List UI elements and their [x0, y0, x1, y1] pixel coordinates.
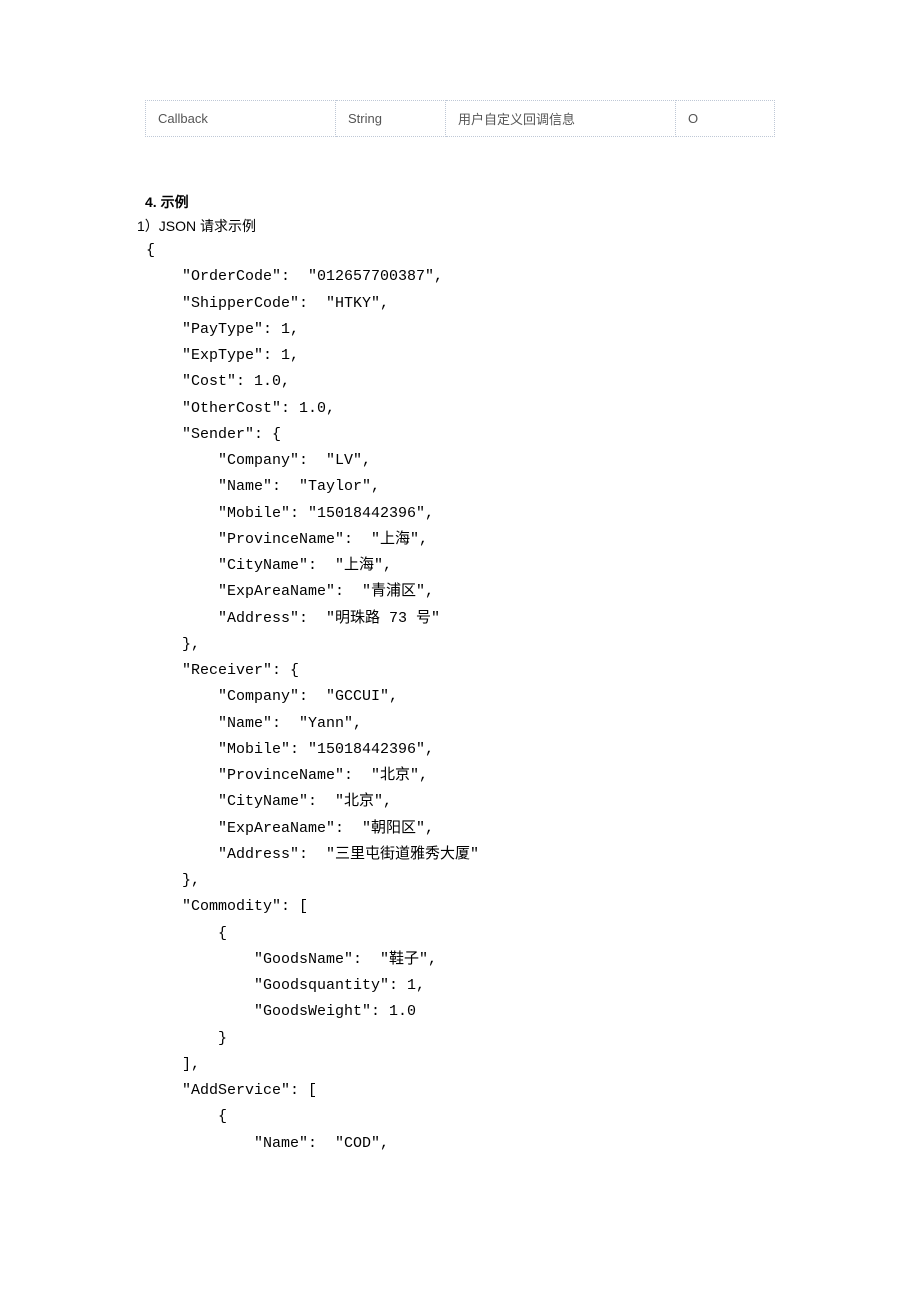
param-desc-cell: 用户自定义回调信息 — [446, 101, 676, 137]
param-name-cell: Callback — [146, 101, 336, 137]
table-row: Callback String 用户自定义回调信息 O — [146, 101, 775, 137]
param-required-cell: O — [676, 101, 775, 137]
json-example-code: { "OrderCode": "012657700387", "ShipperC… — [137, 238, 775, 1157]
parameter-table: Callback String 用户自定义回调信息 O — [145, 100, 775, 137]
section-title: 4. 示例 — [145, 192, 775, 212]
param-type-cell: String — [336, 101, 446, 137]
section-subtitle: 1）JSON 请求示例 — [137, 216, 775, 236]
